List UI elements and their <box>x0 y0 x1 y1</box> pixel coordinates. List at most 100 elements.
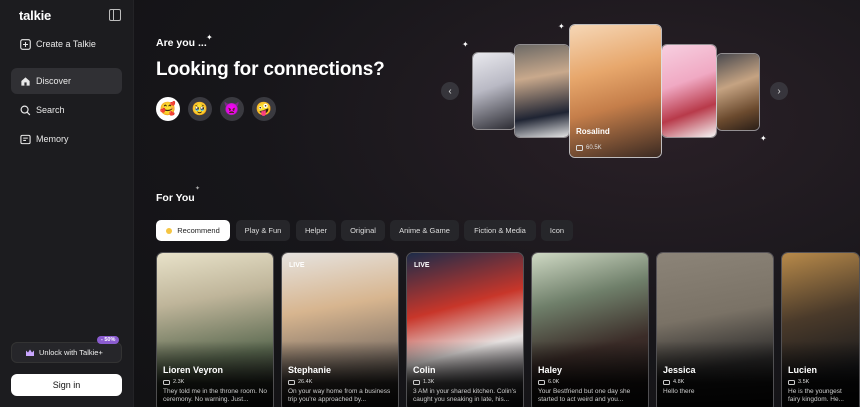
sidebar-item-label: Discover <box>36 76 72 86</box>
chat-count-value: 26.4K <box>298 379 313 385</box>
character-card[interactable]: Jessica 4.8K Hello there <box>656 252 774 407</box>
for-you-title: For You <box>156 192 195 204</box>
mood-emoji-button[interactable]: 🥰 <box>156 97 180 121</box>
character-description: 3 AM in your shared kitchen. Colin's cau… <box>413 388 517 403</box>
character-card[interactable]: Haley 6.0K Your Bestfriend but one day s… <box>531 252 649 407</box>
live-badge: LIVE <box>289 262 305 269</box>
mood-emoji-button[interactable]: 🥹 <box>188 97 212 121</box>
tab-fiction-media[interactable]: Fiction & Media <box>464 220 536 241</box>
chat-bubble-icon <box>788 379 795 385</box>
chat-bubble-icon <box>288 379 295 385</box>
plus-square-icon <box>20 38 31 50</box>
character-name: Lucien <box>788 365 818 375</box>
chat-bubble-icon <box>663 379 670 385</box>
character-image <box>515 45 569 137</box>
chat-count: 2.3K <box>163 379 184 385</box>
sidebar-item-discover[interactable]: Discover <box>11 68 122 94</box>
sidebar-item-label: Memory <box>36 134 69 144</box>
chat-count-value: 3.5K <box>798 379 810 385</box>
create-talkie-button[interactable]: Create a Talkie <box>11 31 122 57</box>
featured-chat-count: 60.5K <box>576 145 602 151</box>
tab-label: Fiction & Media <box>474 226 526 235</box>
mood-emoji-button[interactable]: 👿 <box>220 97 244 121</box>
chat-bubble-icon <box>163 379 170 385</box>
tab-label: Recommend <box>177 226 220 235</box>
chat-count-value: 4.8K <box>673 379 685 385</box>
character-image <box>570 25 661 157</box>
emoji-glyph: 👿 <box>223 101 241 116</box>
character-image <box>473 53 515 129</box>
chat-count-value: 2.3K <box>173 379 185 385</box>
character-name: Stephanie <box>288 365 332 375</box>
main-content: Are you ... ✦ Looking for connections? 🥰… <box>134 0 860 407</box>
unlock-label: Unlock with Talkie+ <box>39 348 103 357</box>
create-talkie-label: Create a Talkie <box>36 39 96 49</box>
live-badge: LIVE <box>414 262 430 269</box>
mood-emoji-button[interactable]: 🤪 <box>252 97 276 121</box>
tab-original[interactable]: Original <box>341 220 385 241</box>
character-description: On your way home from a business trip yo… <box>288 388 391 403</box>
sidebar-item-search[interactable]: Search <box>11 97 122 123</box>
featured-character-name: Rosalind <box>576 127 610 136</box>
chat-bubble-icon <box>413 379 420 385</box>
chat-count-value: 60.5K <box>586 145 602 151</box>
carousel-card[interactable] <box>716 53 760 131</box>
tab-icon[interactable]: Icon <box>541 220 573 241</box>
emoji-glyph: 🥹 <box>191 101 209 116</box>
sparkle-icon: ✦ <box>206 33 213 42</box>
sidebar: talkie Create a Talkie Discover Search M… <box>0 0 134 407</box>
character-description: He is the youngest fairy kingdom. He... <box>788 388 844 403</box>
emoji-glyph: 🥰 <box>159 101 177 116</box>
tab-label: Anime & Game <box>399 226 450 235</box>
character-name: Jessica <box>663 365 696 375</box>
character-card[interactable]: Lioren Veyron 2.3K They told me in the t… <box>156 252 274 407</box>
sidebar-item-memory[interactable]: Memory <box>11 126 122 152</box>
sparkle-icon: ✦ <box>195 186 201 192</box>
tab-label: Play & Fun <box>244 226 282 235</box>
sidebar-item-label: Search <box>36 105 65 115</box>
carousel-prev-button[interactable]: ‹ <box>441 82 459 100</box>
carousel-next-button[interactable]: › <box>770 82 788 100</box>
character-name: Colin <box>413 365 436 375</box>
character-description: They told me in the throne room. No cere… <box>163 388 268 403</box>
discount-badge: - 50% <box>97 336 120 344</box>
tab-anime-game[interactable]: Anime & Game <box>390 220 459 241</box>
sparkle-icon: ✦ <box>462 40 469 49</box>
sign-in-button[interactable]: Sign in <box>11 374 122 396</box>
chat-count: 1.3K <box>413 379 434 385</box>
sparkle-icon: ✦ <box>760 134 767 143</box>
chevron-right-icon: › <box>777 85 781 97</box>
tab-label: Helper <box>304 226 328 235</box>
memory-icon <box>20 134 31 145</box>
character-description: Your Bestfriend but one day she started … <box>538 388 631 403</box>
tab-play-fun[interactable]: Play & Fun <box>236 220 290 241</box>
sparkle-icon: ✦ <box>558 22 565 31</box>
character-card[interactable]: LIVE Stephanie 26.4K On your way home fr… <box>281 252 399 407</box>
collapse-sidebar-icon[interactable] <box>109 9 121 21</box>
carousel-card[interactable] <box>472 52 516 130</box>
character-card[interactable]: LIVE Colin 1.3K 3 AM in your shared kitc… <box>406 252 524 407</box>
character-description: Hello there <box>663 388 695 395</box>
carousel-card[interactable] <box>514 44 570 138</box>
unlock-talkie-plus-button[interactable]: Unlock with Talkie+ <box>11 342 122 363</box>
carousel-card[interactable] <box>661 44 717 138</box>
emoji-glyph: 🤪 <box>255 101 273 116</box>
featured-carousel-card[interactable]: Rosalind 60.5K <box>569 24 662 158</box>
sun-icon <box>166 227 173 234</box>
chat-count-value: 1.3K <box>423 379 435 385</box>
tab-recommend[interactable]: Recommend <box>156 220 230 241</box>
chevron-left-icon: ‹ <box>448 85 452 97</box>
character-image <box>717 54 759 130</box>
hero-kicker: Are you ... <box>156 37 207 49</box>
character-image <box>662 45 716 137</box>
app-logo[interactable]: talkie <box>19 8 51 23</box>
tab-label: Original <box>350 226 376 235</box>
character-card[interactable]: Lucien 3.5K He is the youngest fairy kin… <box>781 252 860 407</box>
chat-count: 3.5K <box>788 379 809 385</box>
chat-bubble-icon <box>576 145 583 151</box>
tab-helper[interactable]: Helper <box>296 220 336 241</box>
search-icon <box>20 105 31 116</box>
chat-count: 6.0K <box>538 379 559 385</box>
character-name: Lioren Veyron <box>163 365 224 375</box>
crown-icon <box>26 349 34 356</box>
